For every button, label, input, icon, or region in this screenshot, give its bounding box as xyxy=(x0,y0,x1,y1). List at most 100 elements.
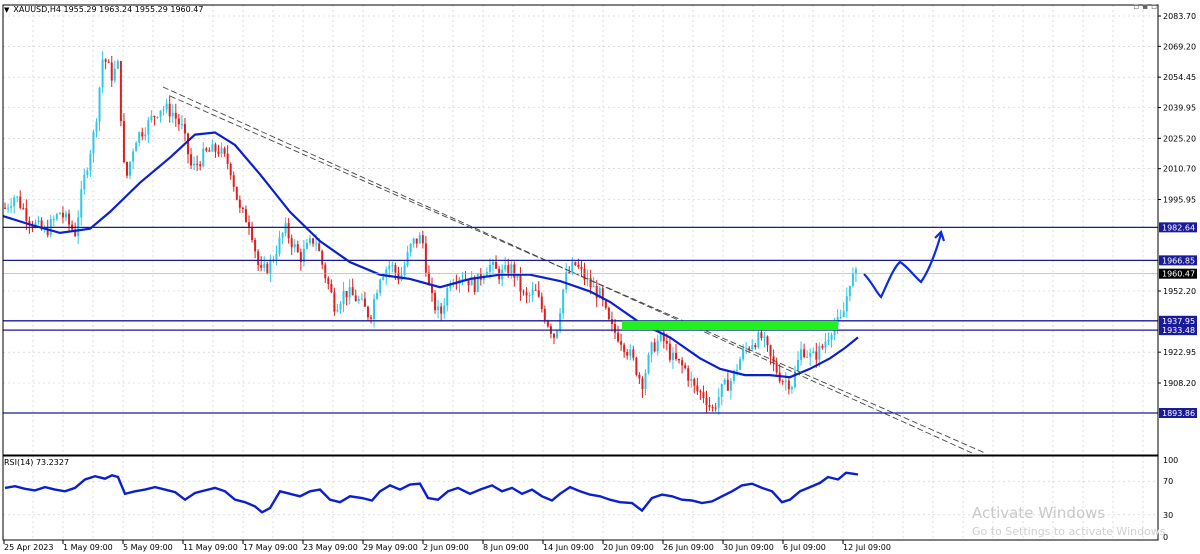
time-label: 14 Jun 09:00 xyxy=(543,543,594,552)
candle-body xyxy=(244,209,247,223)
candle-body xyxy=(254,240,257,252)
time-label: 12 Jul 09:00 xyxy=(843,543,891,552)
candle-body xyxy=(803,349,806,357)
candle-body xyxy=(241,207,244,210)
candle-body xyxy=(446,287,449,306)
candle-body xyxy=(345,291,348,298)
candle-body xyxy=(248,222,250,227)
candle-body xyxy=(251,226,254,241)
candle-body xyxy=(842,311,845,318)
candle-body xyxy=(336,309,339,312)
candle-body xyxy=(626,351,629,356)
candle-body xyxy=(492,262,494,265)
candle-body xyxy=(16,196,19,198)
candle-body xyxy=(238,199,241,208)
candle-body xyxy=(690,378,693,381)
candle-body xyxy=(150,116,153,121)
candle-body xyxy=(650,342,653,355)
candle-body xyxy=(815,351,818,360)
candle-body xyxy=(229,163,232,176)
candle-body xyxy=(809,352,812,357)
candle-body xyxy=(708,404,711,407)
candle-body xyxy=(333,292,336,312)
candle-body xyxy=(330,284,333,293)
candle-body xyxy=(4,207,6,209)
candle-body xyxy=(10,206,13,208)
time-label: 17 May 09:00 xyxy=(243,543,298,552)
candle-body xyxy=(488,264,491,272)
candle-body xyxy=(177,118,180,125)
candle-body xyxy=(138,132,141,143)
candle-body xyxy=(476,273,479,292)
candle-body xyxy=(848,285,851,297)
candle-body xyxy=(199,164,202,167)
candlesticks xyxy=(4,51,857,415)
candle-body xyxy=(382,277,385,280)
price-label: 1922.95 xyxy=(1163,348,1196,357)
time-label: 6 Jul 09:00 xyxy=(783,543,826,552)
candle-body xyxy=(98,87,101,122)
time-label: 30 Jun 09:00 xyxy=(723,543,774,552)
candle-body xyxy=(766,336,769,346)
candle-body xyxy=(55,214,58,220)
candle-body xyxy=(196,163,199,165)
candle-body xyxy=(211,144,214,152)
candle-body xyxy=(610,319,613,324)
candle-body xyxy=(775,362,778,373)
candle-body xyxy=(589,278,592,288)
level-price-tags: 1982.64 1966.85 1937.951933.48 1893.86 xyxy=(1159,222,1197,418)
candle-body xyxy=(543,308,546,322)
candle-body xyxy=(223,148,226,154)
candle-body xyxy=(681,360,684,366)
candle-body xyxy=(275,253,278,260)
candle-body xyxy=(559,313,562,331)
candle-body xyxy=(208,150,211,152)
candle-body xyxy=(95,121,98,132)
candle-body xyxy=(641,378,644,390)
candle-body xyxy=(546,321,549,327)
price-label: 1952.20 xyxy=(1163,287,1196,296)
svg-text:1893.86: 1893.86 xyxy=(1162,409,1195,418)
candle-body xyxy=(729,380,732,391)
time-label: 26 Jun 09:00 xyxy=(663,543,714,552)
candle-body xyxy=(800,349,803,360)
candle-body xyxy=(693,378,696,386)
grid xyxy=(3,5,1158,541)
candle-body xyxy=(281,233,284,238)
candle-body xyxy=(305,242,308,249)
chart-frame xyxy=(2,4,1159,541)
time-label: 8 Jun 09:00 xyxy=(483,543,529,552)
candle-body xyxy=(141,132,144,137)
candle-body xyxy=(104,59,107,62)
price-label: 2083.70 xyxy=(1163,12,1196,21)
candle-body xyxy=(790,387,793,390)
candle-body xyxy=(562,289,565,314)
candle-body xyxy=(263,263,266,268)
candle-body xyxy=(577,264,580,267)
candle-body xyxy=(772,356,775,363)
candle-body xyxy=(309,238,311,243)
candle-body xyxy=(781,381,784,383)
candle-body xyxy=(821,345,824,348)
candle-body xyxy=(638,374,641,379)
candle-body xyxy=(537,290,540,297)
candle-body xyxy=(851,273,854,286)
candle-body xyxy=(296,244,299,253)
candle-body xyxy=(376,292,379,300)
candle-body xyxy=(830,334,833,340)
chart-canvas[interactable]: 2083.70 2069.20 2054.45 2039.95 2025.20 2010.… xyxy=(0,0,1200,554)
candle-body xyxy=(7,207,10,209)
candle-body xyxy=(769,345,772,357)
candle-body xyxy=(357,298,360,302)
candle-body xyxy=(717,397,720,408)
dropdown-arrow-icon[interactable]: ▼ xyxy=(4,6,9,14)
candle-body xyxy=(754,345,757,348)
window-controls[interactable]: ▫ ▪ ▫ xyxy=(1133,2,1157,12)
rsi-level-label: 70 xyxy=(1163,477,1173,486)
candle-body xyxy=(58,212,61,215)
candle-body xyxy=(443,305,446,314)
time-label: 29 May 09:00 xyxy=(363,543,418,552)
candle-body xyxy=(739,359,742,370)
candle-body xyxy=(437,306,440,311)
candle-body xyxy=(620,341,623,345)
